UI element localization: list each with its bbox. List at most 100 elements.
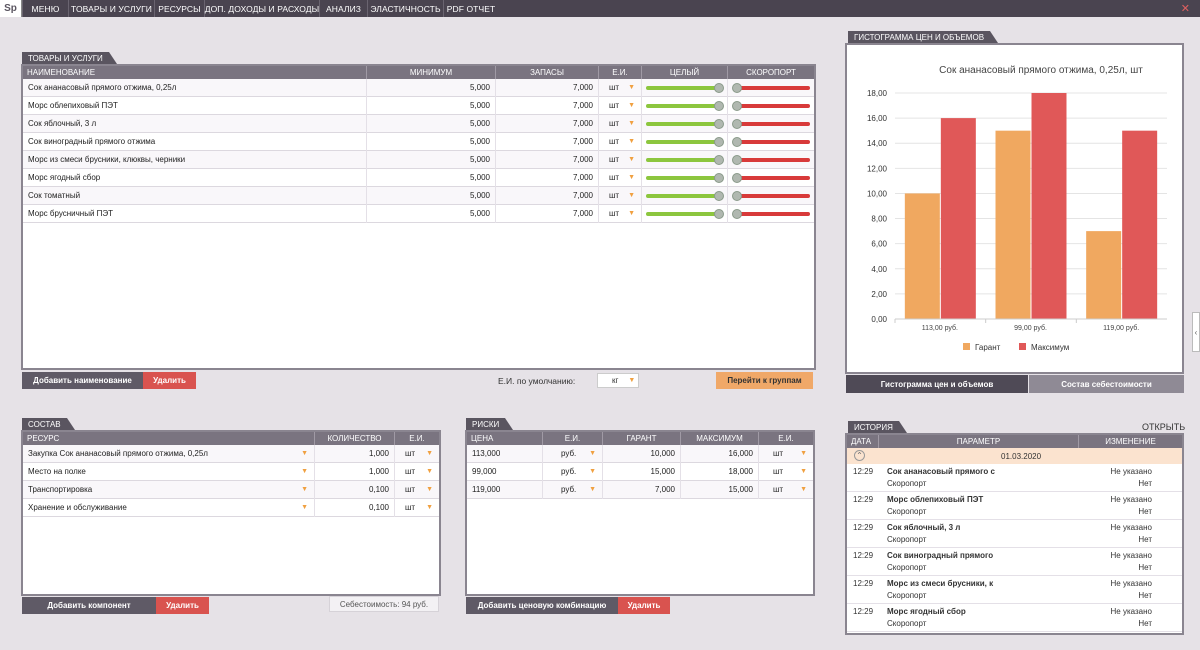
col-unit[interactable]: Е.И. xyxy=(599,66,642,79)
minimum-cell[interactable]: 5,000 xyxy=(367,186,496,205)
bar-1-0[interactable] xyxy=(940,118,976,319)
stock-cell[interactable]: 7,000 xyxy=(496,78,599,97)
stock-cell[interactable]: 7,000 xyxy=(496,186,599,205)
minimum-cell[interactable]: 5,000 xyxy=(367,150,496,169)
table-row[interactable]: Морс брусничный ПЭТ 5,000 7,000 шт ▼ xyxy=(23,204,814,223)
col-whole[interactable]: ЦЕЛЫЙ xyxy=(642,66,728,79)
stock-cell[interactable]: 7,000 xyxy=(496,204,599,223)
whole-slider[interactable] xyxy=(646,97,724,115)
guarantee-cell[interactable]: 7,000 xyxy=(603,480,681,499)
unit-select[interactable]: шт ▼ xyxy=(395,445,439,463)
history-row[interactable]: 12:29 Сок ананасовый прямого с Скоропорт Не… xyxy=(847,464,1182,492)
bar-0-1[interactable] xyxy=(995,130,1031,319)
whole-slider-cell[interactable] xyxy=(642,132,728,151)
menu-tab[interactable]: АНАЛИЗ xyxy=(319,0,367,17)
history-open-link[interactable]: ОТКРЫТЬ xyxy=(1142,422,1185,432)
resource-select[interactable]: Транспортировка ▼ xyxy=(23,480,315,499)
add-price-combination-button[interactable]: Добавить ценовую комбинацию xyxy=(466,597,618,614)
unit-select[interactable]: шт ▼ xyxy=(395,463,439,481)
slider-knob[interactable] xyxy=(732,208,742,219)
perishable-slider-cell[interactable] xyxy=(728,79,814,97)
perishable-slider-cell[interactable] xyxy=(728,151,814,169)
go-to-groups-button[interactable]: Перейти к группам xyxy=(716,372,813,389)
slider-knob[interactable] xyxy=(714,154,724,165)
perishable-slider[interactable] xyxy=(732,205,810,223)
col-price[interactable]: ЦЕНА xyxy=(467,432,543,445)
whole-slider[interactable] xyxy=(646,169,724,187)
perishable-slider[interactable] xyxy=(732,187,810,205)
whole-slider-cell[interactable] xyxy=(642,96,728,115)
menu-tab[interactable]: ЭЛАСТИЧНОСТЬ xyxy=(367,0,443,17)
stock-cell[interactable]: 7,000 xyxy=(496,114,599,133)
menu-tab[interactable]: МЕНЮ xyxy=(22,0,68,17)
slider-knob[interactable] xyxy=(732,100,742,111)
table-row[interactable]: Сок томатный 5,000 7,000 шт ▼ xyxy=(23,186,814,205)
perishable-slider[interactable] xyxy=(732,151,810,169)
add-product-button[interactable]: Добавить наименование xyxy=(22,372,143,389)
unit-select[interactable]: шт ▼ xyxy=(759,481,813,499)
table-row[interactable]: Морс из смеси брусники, клюквы, черники 5… xyxy=(23,150,814,169)
whole-slider-cell[interactable] xyxy=(642,114,728,133)
table-row[interactable]: Сок виноградный прямого отжима 5,000 7,000… xyxy=(23,132,814,151)
table-row[interactable]: 113,000 руб. ▼ 10,000 16,000 шт ▼ xyxy=(467,444,813,463)
table-row[interactable]: Место на полке ▼ 1,000 шт ▼ xyxy=(23,462,439,481)
table-row[interactable]: Сок яблочный, 3 л 5,000 7,000 шт ▼ xyxy=(23,114,814,133)
bar-0-2[interactable] xyxy=(1086,231,1122,319)
col-stock[interactable]: ЗАПАСЫ xyxy=(496,66,599,79)
product-name-cell[interactable]: Сок томатный xyxy=(23,186,367,205)
perishable-slider-cell[interactable] xyxy=(728,169,814,187)
bar-1-2[interactable] xyxy=(1122,130,1158,319)
whole-slider-cell[interactable] xyxy=(642,186,728,205)
slider-knob[interactable] xyxy=(732,154,742,165)
tab-histogram[interactable]: Гистограмма цен и объемов xyxy=(846,375,1028,393)
history-row[interactable]: 12:29 Морс облепиховый ПЭТ Скоропорт Не ука… xyxy=(847,492,1182,520)
history-row[interactable]: 12:29 Морс ягодный сбор Скоропорт Не указан… xyxy=(847,604,1182,632)
delete-component-button[interactable]: Удалить xyxy=(156,597,209,614)
unit-select[interactable]: шт ▼ xyxy=(599,96,642,115)
maximum-cell[interactable]: 18,000 xyxy=(681,462,759,481)
perishable-slider[interactable] xyxy=(732,169,810,187)
table-row[interactable]: Сок ананасовый прямого отжима, 0,25л 5,00… xyxy=(23,78,814,97)
unit-select[interactable]: шт ▼ xyxy=(599,78,642,97)
col-guarantee[interactable]: ГАРАНТ xyxy=(603,432,681,445)
whole-slider-cell[interactable] xyxy=(642,204,728,223)
quantity-cell[interactable]: 0,100 xyxy=(315,498,395,517)
minimum-cell[interactable]: 5,000 xyxy=(367,204,496,223)
col-currency[interactable]: Е.И. xyxy=(543,432,603,445)
bar-1-1[interactable] xyxy=(1031,93,1067,319)
perishable-slider-cell[interactable] xyxy=(728,205,814,223)
collapse-icon[interactable]: ⌃ xyxy=(854,450,865,461)
whole-slider[interactable] xyxy=(646,205,724,223)
perishable-slider[interactable] xyxy=(732,79,810,97)
resource-select[interactable]: Хранение и обслуживание ▼ xyxy=(23,498,315,517)
bar-0-0[interactable] xyxy=(904,193,940,319)
minimum-cell[interactable]: 5,000 xyxy=(367,168,496,187)
default-unit-select[interactable]: кг ▼ xyxy=(597,373,639,388)
menu-tab[interactable]: PDF ОТЧЕТ xyxy=(443,0,498,17)
slider-knob[interactable] xyxy=(714,82,724,93)
tab-cost-structure[interactable]: Состав себестоимости xyxy=(1029,375,1184,393)
slider-knob[interactable] xyxy=(732,190,742,201)
perishable-slider-cell[interactable] xyxy=(728,133,814,151)
menu-tab[interactable]: РЕСУРСЫ xyxy=(154,0,204,17)
menu-tab[interactable]: ТОВАРЫ И УСЛУГИ xyxy=(68,0,154,17)
slider-knob[interactable] xyxy=(714,100,724,111)
unit-select[interactable]: шт ▼ xyxy=(599,186,642,205)
col-unit[interactable]: Е.И. xyxy=(759,432,813,445)
product-name-cell[interactable]: Морс ягодный сбор xyxy=(23,168,367,187)
product-name-cell[interactable]: Морс брусничный ПЭТ xyxy=(23,204,367,223)
whole-slider[interactable] xyxy=(646,79,724,97)
product-name-cell[interactable]: Сок ананасовый прямого отжима, 0,25л xyxy=(23,78,367,97)
perishable-slider[interactable] xyxy=(732,133,810,151)
quantity-cell[interactable]: 1,000 xyxy=(315,444,395,463)
unit-select[interactable]: шт ▼ xyxy=(599,114,642,133)
col-perishable[interactable]: СКОРОПОРТ xyxy=(728,66,814,79)
table-row[interactable]: 119,000 руб. ▼ 7,000 15,000 шт ▼ xyxy=(467,480,813,499)
history-row[interactable]: 12:29 Сок виноградный прямого Скоропорт Не … xyxy=(847,548,1182,576)
slider-knob[interactable] xyxy=(714,136,724,147)
unit-select[interactable]: шт ▼ xyxy=(599,168,642,187)
history-row[interactable]: 12:29 Сок яблочный, 3 л Скоропорт Не указан… xyxy=(847,520,1182,548)
perishable-slider-cell[interactable] xyxy=(728,97,814,115)
guarantee-cell[interactable]: 10,000 xyxy=(603,444,681,463)
col-resource[interactable]: РЕСУРС xyxy=(23,432,315,445)
